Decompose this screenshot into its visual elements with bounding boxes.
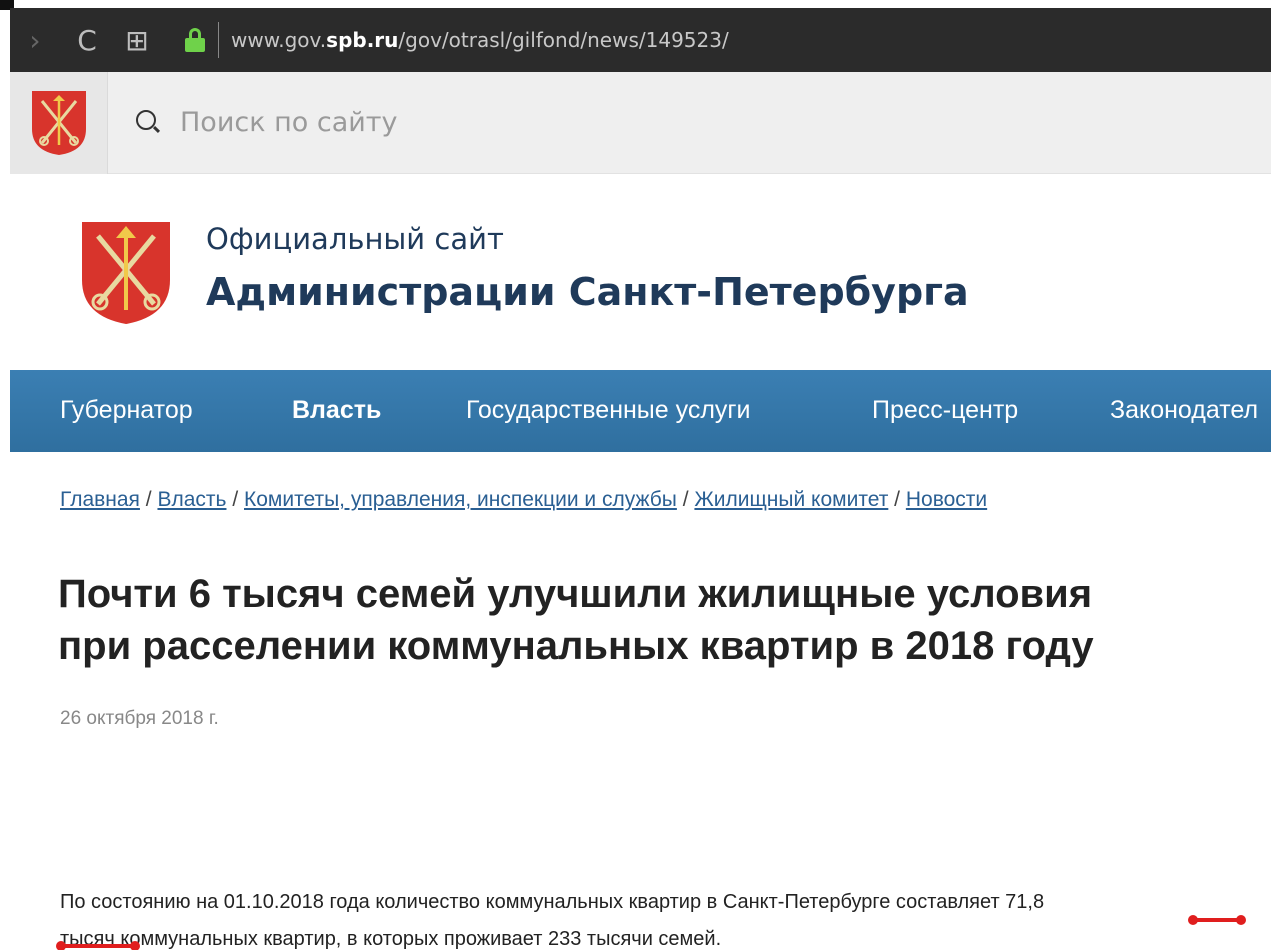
- speed-dial-icon[interactable]: ⊞: [120, 20, 154, 60]
- url-domain: spb.ru: [326, 28, 399, 52]
- site-title-line2[interactable]: Администрации Санкт-Петербурга: [206, 270, 969, 314]
- annotation-underline-thousands: [56, 941, 140, 950]
- nav-item-governor[interactable]: Губернатор: [60, 396, 193, 425]
- site-header: Официальный сайт Администрации Санкт-Пет…: [78, 218, 1078, 328]
- breadcrumb: Главная / Власть / Комитеты, управления,…: [60, 488, 987, 512]
- search-icon[interactable]: [136, 110, 161, 134]
- url-path: /gov/otrasl/gilfond/news/149523/: [398, 28, 729, 52]
- article-date: 26 октября 2018 г.: [60, 708, 219, 729]
- site-search-bar: [10, 72, 1271, 174]
- site-title-line1[interactable]: Официальный сайт: [206, 222, 504, 256]
- article-title-line2: при расселении коммунальных квартир в 20…: [58, 624, 1094, 668]
- annotation-underline-number: [1188, 915, 1246, 925]
- nav-item-press-center[interactable]: Пресс-центр: [872, 396, 1018, 425]
- breadcrumb-separator: /: [232, 488, 239, 511]
- breadcrumb-separator: /: [145, 488, 152, 511]
- coat-of-arms-icon: [31, 91, 86, 155]
- breadcrumb-news[interactable]: Новости: [906, 488, 987, 511]
- nav-item-services[interactable]: Государственные услуги: [466, 396, 751, 425]
- breadcrumb-power[interactable]: Власть: [157, 488, 226, 511]
- breadcrumb-committees[interactable]: Комитеты, управления, инспекции и службы: [244, 488, 677, 511]
- nav-item-legislation[interactable]: Законодател: [1110, 396, 1258, 425]
- forward-icon[interactable]: ›: [18, 20, 52, 60]
- lock-icon[interactable]: [184, 28, 206, 52]
- article-title: Почти 6 тысяч семей улучшили жилищные ус…: [58, 568, 1238, 672]
- article-title-line1: Почти 6 тысяч семей улучшили жилищные ус…: [58, 572, 1093, 616]
- paragraph-line2: тысяч коммунальных квартир, в которых пр…: [60, 928, 722, 950]
- browser-toolbar: › C ⊞ www.gov.spb.ru/gov/otrasl/gilfond/…: [10, 8, 1271, 72]
- main-navigation: Губернатор Власть Государственные услуги…: [10, 370, 1271, 452]
- url-prefix: www.gov.: [231, 28, 327, 52]
- nav-item-power[interactable]: Власть: [292, 396, 381, 425]
- breadcrumb-separator: /: [894, 488, 901, 511]
- reload-icon[interactable]: C: [70, 20, 104, 60]
- breadcrumb-separator: /: [682, 488, 689, 511]
- address-bar[interactable]: www.gov.spb.ru/gov/otrasl/gilfond/news/1…: [231, 28, 729, 52]
- article-paragraph: По состоянию на 01.10.2018 года количест…: [60, 884, 1260, 950]
- address-separator: [218, 22, 219, 58]
- search-input[interactable]: [180, 100, 680, 144]
- breadcrumb-home[interactable]: Главная: [60, 488, 140, 511]
- small-coat-of-arms-link[interactable]: [10, 72, 108, 174]
- breadcrumb-housing-committee[interactable]: Жилищный комитет: [694, 488, 888, 511]
- paragraph-line1: По состоянию на 01.10.2018 года количест…: [60, 891, 1045, 913]
- coat-of-arms-logo[interactable]: [78, 218, 174, 326]
